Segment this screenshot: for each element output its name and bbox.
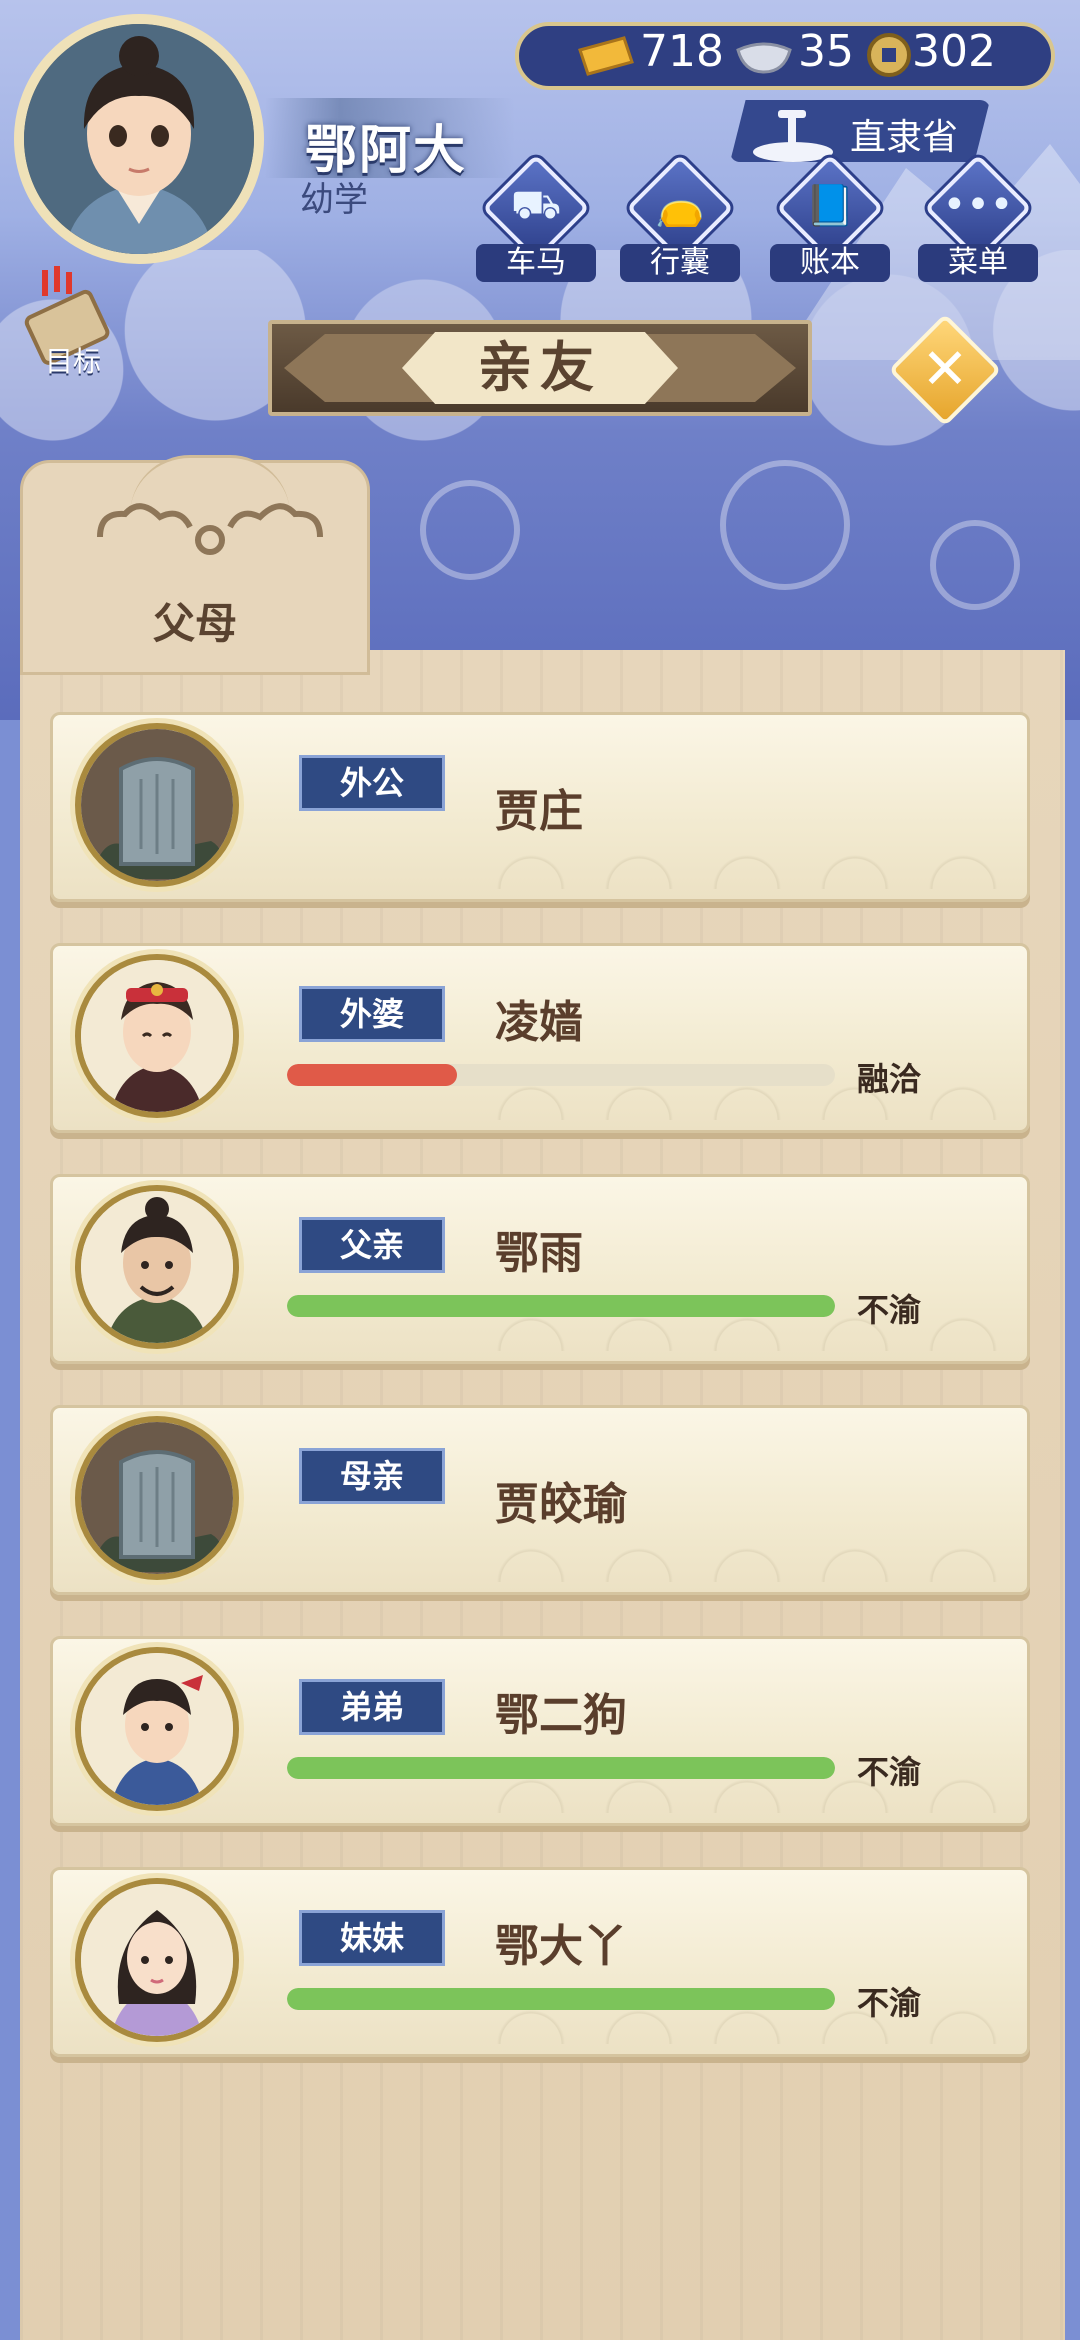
- relative-card[interactable]: 妹妹 鄂大丫不渝: [50, 1867, 1030, 2057]
- player-rank: 幼学: [300, 180, 368, 220]
- relative-role-badge: 父亲: [299, 1217, 445, 1273]
- goal-label: 目标: [45, 345, 102, 378]
- gold-ingot-icon: [578, 36, 634, 76]
- relative-avatar[interactable]: [75, 723, 239, 887]
- relative-name: 凌嫱: [495, 997, 583, 1048]
- relative-role-badge: 外公: [299, 755, 445, 811]
- relative-name: 贾庄: [495, 786, 583, 837]
- coin-count: 302: [912, 26, 996, 77]
- menu-label: 菜单: [918, 244, 1038, 282]
- sister-portrait-icon: [81, 1884, 233, 2036]
- relative-card[interactable]: 母亲 贾皎瑜: [50, 1405, 1030, 1595]
- relative-role-badge: 母亲: [299, 1448, 445, 1504]
- page-title: 亲友: [478, 336, 602, 399]
- relative-role-badge: 妹妹: [299, 1910, 445, 1966]
- relationship-status: 融洽: [857, 1060, 922, 1098]
- menu-label: 账本: [770, 244, 890, 282]
- swirl-decoration: [720, 460, 850, 590]
- tab-parents-label: 父母: [152, 599, 237, 648]
- relationship-bar: [287, 1064, 835, 1086]
- menu-button-more[interactable]: ••• 菜单: [916, 154, 1038, 282]
- relative-card[interactable]: 外公 贾庄: [50, 712, 1030, 902]
- player-avatar[interactable]: [14, 14, 264, 264]
- swirl-decoration: [930, 520, 1020, 610]
- map-pin-icon: [753, 110, 833, 162]
- menu-label: 车马: [476, 244, 596, 282]
- tombstone-icon: [81, 1422, 233, 1574]
- relationship-status: 不渝: [857, 1291, 922, 1329]
- father-portrait-icon: [81, 1191, 233, 1343]
- location-name: 直隶省: [850, 117, 959, 158]
- relationship-bar: [287, 1757, 835, 1779]
- silver-ingot-icon: [736, 42, 792, 74]
- menu-button-carriage[interactable]: ⛟ 车马: [474, 154, 596, 282]
- brother-portrait-icon: [81, 1653, 233, 1805]
- relative-avatar[interactable]: [75, 1185, 239, 1349]
- relative-avatar[interactable]: [75, 954, 239, 1118]
- menu-button-ledger[interactable]: 📘 账本: [768, 154, 890, 282]
- relative-role-badge: 弟弟: [299, 1679, 445, 1735]
- relative-name: 鄂二狗: [495, 1690, 627, 1741]
- relative-card[interactable]: 父亲 鄂雨不渝: [50, 1174, 1030, 1364]
- tombstone-icon: [81, 729, 233, 881]
- player-portrait-icon: [24, 24, 254, 254]
- relationship-bar-fill: [287, 1757, 835, 1779]
- relationship-status: 不渝: [857, 1984, 922, 2022]
- relationship-bar: [287, 1295, 835, 1317]
- silver-count: 35: [798, 26, 854, 77]
- relationship-status: 不渝: [857, 1753, 922, 1791]
- relative-avatar[interactable]: [75, 1878, 239, 2042]
- ledger-icon: 📘: [805, 183, 855, 229]
- gold-count: 718: [640, 26, 724, 77]
- relative-avatar[interactable]: [75, 1647, 239, 1811]
- carriage-icon: ⛟: [510, 182, 562, 228]
- relationship-bar: [287, 1988, 835, 2010]
- menu-button-bag[interactable]: 👝 行囊: [618, 154, 740, 282]
- relative-role-badge: 外婆: [299, 986, 445, 1042]
- menu-label: 行囊: [620, 244, 740, 282]
- relationship-bar-fill: [287, 1988, 835, 2010]
- cloud-ornament-icon: [97, 503, 323, 555]
- relative-card[interactable]: 外婆 凌嫱融洽: [50, 943, 1030, 1133]
- more-icon: •••: [942, 182, 1014, 228]
- copper-coin-icon: [867, 33, 911, 77]
- relative-card[interactable]: 弟弟 鄂二狗不渝: [50, 1636, 1030, 1826]
- bag-icon: 👝: [655, 183, 705, 229]
- close-icon: ✕: [921, 337, 969, 402]
- relative-name: 鄂雨: [495, 1228, 583, 1279]
- swirl-decoration: [420, 480, 520, 580]
- relative-avatar[interactable]: [75, 1416, 239, 1580]
- relative-name: 鄂大丫: [495, 1921, 627, 1972]
- grandmother-portrait-icon: [81, 960, 233, 1112]
- relationship-bar-fill: [287, 1295, 835, 1317]
- relative-name: 贾皎瑜: [495, 1479, 627, 1530]
- relationship-bar-fill: [287, 1064, 457, 1086]
